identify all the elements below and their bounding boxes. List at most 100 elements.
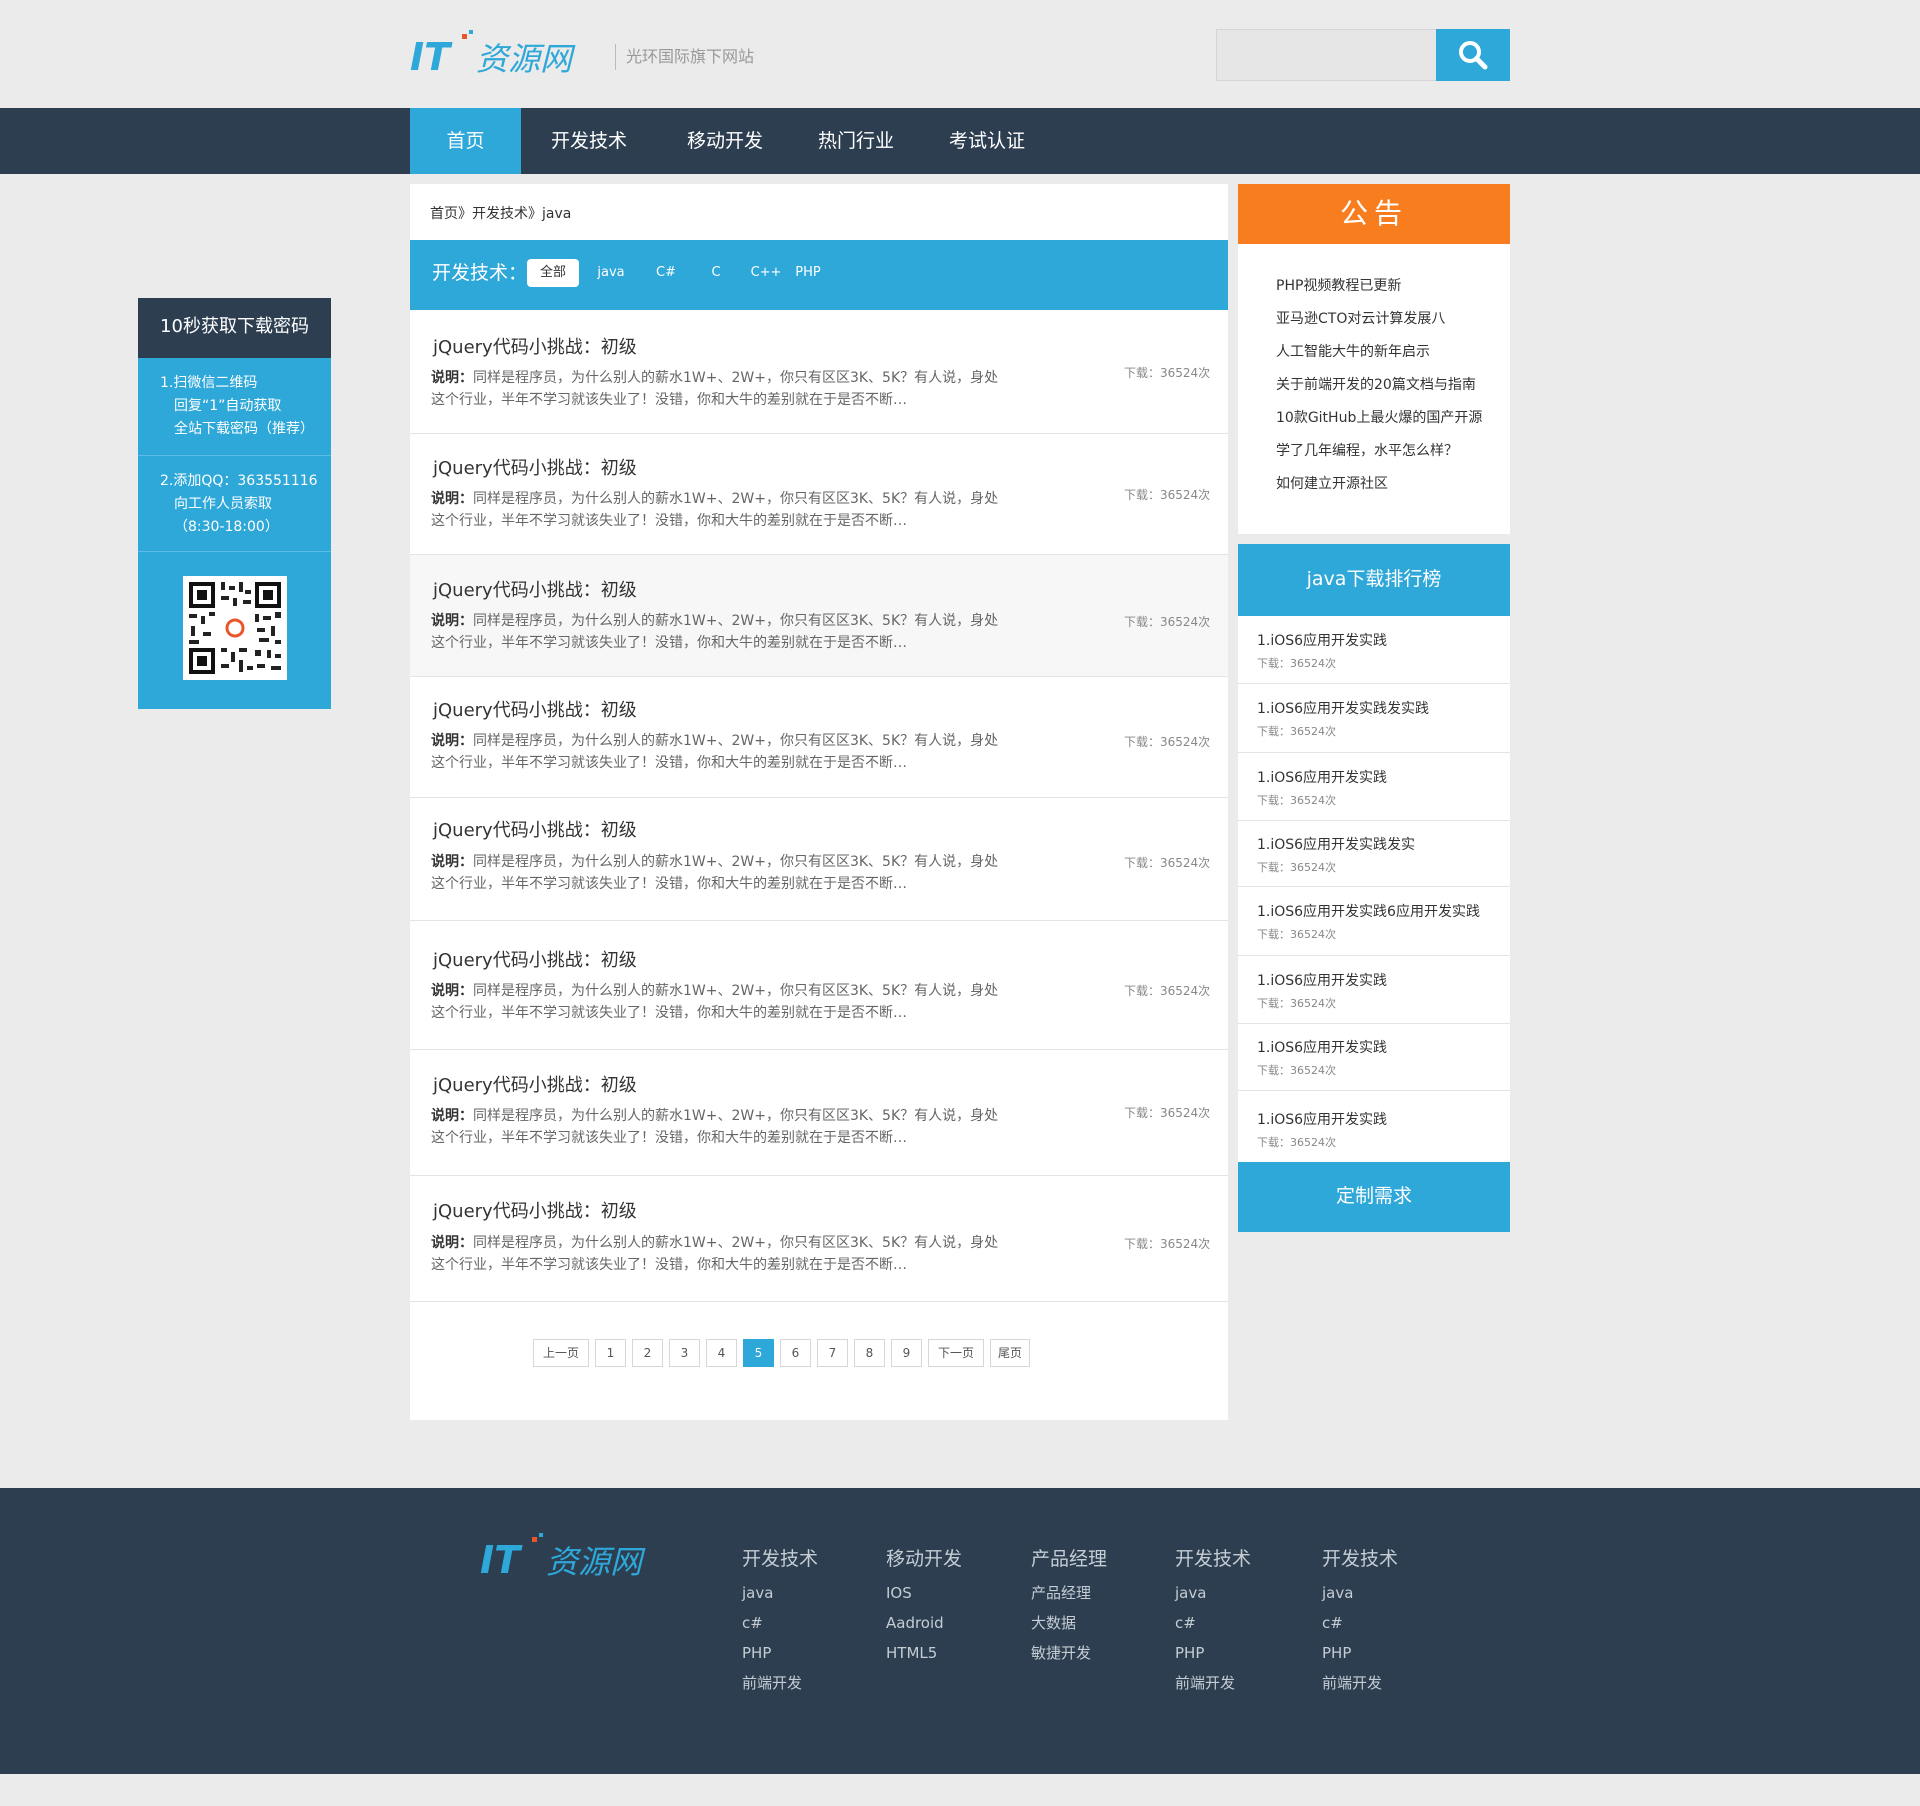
notice-item[interactable]: 如何建立开源社区 xyxy=(1276,473,1388,493)
page-button[interactable]: 2 xyxy=(632,1339,663,1367)
item-description: 说明：同样是程序员，为什么别人的薪水1W+、2W+，你只有区区3K、5K？有人说… xyxy=(431,488,1011,532)
footer-link[interactable]: c# xyxy=(1175,1608,1251,1638)
ranking-item-title[interactable]: 1.iOS6应用开发实践发实践 xyxy=(1257,698,1429,718)
page-button[interactable]: 1 xyxy=(595,1339,626,1367)
resource-item[interactable]: jQuery代码小挑战：初级 说明：同样是程序员，为什么别人的薪水1W+、2W+… xyxy=(410,310,1228,434)
footer-link[interactable]: java xyxy=(742,1578,818,1608)
footer-link[interactable]: Aadroid xyxy=(886,1608,962,1638)
notice-item[interactable]: PHP视频教程已更新 xyxy=(1276,275,1401,295)
footer-link[interactable]: c# xyxy=(1322,1608,1398,1638)
notice-item[interactable]: 亚马逊CTO对云计算发展八 xyxy=(1276,308,1445,328)
tab-java[interactable]: java xyxy=(589,259,633,287)
svg-text:IT: IT xyxy=(410,35,453,79)
ranking-item[interactable]: 1.iOS6应用开发实践 下载：36524次 xyxy=(1238,1024,1510,1091)
item-title[interactable]: jQuery代码小挑战：初级 xyxy=(433,454,637,480)
item-title[interactable]: jQuery代码小挑战：初级 xyxy=(433,816,637,842)
tab-all[interactable]: 全部 xyxy=(527,259,579,287)
ranking-item-title[interactable]: 1.iOS6应用开发实践 xyxy=(1257,970,1387,990)
category-tabs: 全部 java C# C C++ PHP xyxy=(527,259,825,287)
site-logo[interactable]: IT 资源网 xyxy=(410,30,610,80)
resource-item[interactable]: jQuery代码小挑战：初级 说明：同样是程序员，为什么别人的薪水1W+、2W+… xyxy=(410,434,1228,555)
page-button[interactable]: 3 xyxy=(669,1339,700,1367)
nav-item-dev-tech[interactable]: 开发技术 xyxy=(521,108,657,174)
footer-link[interactable]: java xyxy=(1175,1578,1251,1608)
tab-c[interactable]: C xyxy=(701,259,731,287)
ranking-item[interactable]: 1.iOS6应用开发实践 下载：36524次 xyxy=(1238,956,1510,1024)
desc-text: 同样是程序员，为什么别人的薪水1W+、2W+，你只有区区3K、5K？有人说，身处… xyxy=(431,1108,999,1146)
page-button-current[interactable]: 5 xyxy=(743,1339,774,1367)
ranking-list: 1.iOS6应用开发实践 下载：36524次 1.iOS6应用开发实践发实践 下… xyxy=(1238,616,1510,1162)
footer-link[interactable]: 前端开发 xyxy=(1322,1668,1398,1698)
ranking-item-title[interactable]: 1.iOS6应用开发实践发实 xyxy=(1257,834,1415,854)
ranking-item[interactable]: 1.iOS6应用开发实践发实践 下载：36524次 xyxy=(1238,684,1510,753)
page-button[interactable]: 6 xyxy=(780,1339,811,1367)
footer-column: 开发技术 java c# PHP 前端开发 xyxy=(1322,1544,1398,1698)
nav-item-home[interactable]: 首页 xyxy=(410,108,521,174)
panel-title: 10秒获取下载密码 xyxy=(138,298,331,358)
item-title[interactable]: jQuery代码小挑战：初级 xyxy=(433,1197,637,1223)
item-title[interactable]: jQuery代码小挑战：初级 xyxy=(433,696,637,722)
next-page-button[interactable]: 下一页 xyxy=(928,1339,984,1367)
footer-column: 开发技术 java c# PHP 前端开发 xyxy=(742,1544,818,1698)
item-title[interactable]: jQuery代码小挑战：初级 xyxy=(433,946,637,972)
step-text: 回复“1”自动获取 xyxy=(174,398,282,414)
ranking-item-title[interactable]: 1.iOS6应用开发实践 xyxy=(1257,1037,1387,1057)
ranking-item[interactable]: 1.iOS6应用开发实践 下载：36524次 xyxy=(1238,1091,1510,1162)
ranking-item-title[interactable]: 1.iOS6应用开发实践 xyxy=(1257,767,1387,787)
footer-logo[interactable]: IT 资源网 xyxy=(480,1533,680,1583)
footer-link[interactable]: c# xyxy=(742,1608,818,1638)
item-title[interactable]: jQuery代码小挑战：初级 xyxy=(433,576,637,602)
resource-item[interactable]: jQuery代码小挑战：初级 说明：同样是程序员，为什么别人的薪水1W+、2W+… xyxy=(410,677,1228,798)
footer-link[interactable]: PHP xyxy=(1322,1638,1398,1668)
breadcrumb[interactable]: 首页》开发技术》java xyxy=(430,203,571,223)
ranking-item[interactable]: 1.iOS6应用开发实践发实 下载：36524次 xyxy=(1238,821,1510,887)
page-button[interactable]: 8 xyxy=(854,1339,885,1367)
page-button[interactable]: 9 xyxy=(891,1339,922,1367)
notice-item[interactable]: 学了几年编程，水平怎么样？ xyxy=(1276,440,1458,460)
nav-item-mobile-dev[interactable]: 移动开发 xyxy=(657,108,793,174)
resource-item[interactable]: jQuery代码小挑战：初级 说明：同样是程序员，为什么别人的薪水1W+、2W+… xyxy=(410,555,1228,677)
desc-label: 说明： xyxy=(431,491,473,507)
tab-php[interactable]: PHP xyxy=(791,259,825,287)
resource-item[interactable]: jQuery代码小挑战：初级 说明：同样是程序员，为什么别人的薪水1W+、2W+… xyxy=(410,1176,1228,1302)
footer-link[interactable]: 产品经理 xyxy=(1031,1578,1107,1608)
ranking-item[interactable]: 1.iOS6应用开发实践6应用开发实践 下载：36524次 xyxy=(1238,887,1510,956)
prev-page-button[interactable]: 上一页 xyxy=(533,1339,589,1367)
custom-request-button[interactable]: 定制需求 xyxy=(1238,1162,1510,1232)
ranking-item-title[interactable]: 1.iOS6应用开发实践 xyxy=(1257,1109,1387,1129)
resource-item[interactable]: jQuery代码小挑战：初级 说明：同样是程序员，为什么别人的薪水1W+、2W+… xyxy=(410,921,1228,1050)
footer-link[interactable]: PHP xyxy=(742,1638,818,1668)
page-button[interactable]: 4 xyxy=(706,1339,737,1367)
item-title[interactable]: jQuery代码小挑战：初级 xyxy=(433,333,637,359)
download-password-panel: 10秒获取下载密码 1.扫微信二维码 回复“1”自动获取 全站下载密码（推荐） … xyxy=(138,298,331,709)
resource-item[interactable]: jQuery代码小挑战：初级 说明：同样是程序员，为什么别人的薪水1W+、2W+… xyxy=(410,1050,1228,1176)
notice-item[interactable]: 关于前端开发的20篇文档与指南 xyxy=(1276,374,1476,394)
footer-column-title: 移动开发 xyxy=(886,1548,963,1570)
footer-link[interactable]: 大数据 xyxy=(1031,1608,1107,1638)
item-title[interactable]: jQuery代码小挑战：初级 xyxy=(433,1071,637,1097)
footer-column-title: 产品经理 xyxy=(1031,1548,1108,1570)
footer-link[interactable]: HTML5 xyxy=(886,1638,962,1668)
footer-link[interactable]: IOS xyxy=(886,1578,962,1608)
pagination: 上一页 1 2 3 4 5 6 7 8 9 下一页 尾页 xyxy=(533,1339,1036,1367)
nav-item-hot-industry[interactable]: 热门行业 xyxy=(793,108,919,174)
ranking-item[interactable]: 1.iOS6应用开发实践 下载：36524次 xyxy=(1238,616,1510,684)
tab-csharp[interactable]: C# xyxy=(649,259,683,287)
footer-link[interactable]: 敏捷开发 xyxy=(1031,1638,1107,1668)
nav-item-exam[interactable]: 考试认证 xyxy=(919,108,1055,174)
tab-cpp[interactable]: C++ xyxy=(749,259,783,287)
ranking-item-title[interactable]: 1.iOS6应用开发实践 xyxy=(1257,630,1387,650)
ranking-item[interactable]: 1.iOS6应用开发实践 下载：36524次 xyxy=(1238,753,1510,821)
resource-item[interactable]: jQuery代码小挑战：初级 说明：同样是程序员，为什么别人的薪水1W+、2W+… xyxy=(410,798,1228,921)
last-page-button[interactable]: 尾页 xyxy=(990,1339,1030,1367)
footer-link[interactable]: 前端开发 xyxy=(1175,1668,1251,1698)
footer-link[interactable]: java xyxy=(1322,1578,1398,1608)
notice-item[interactable]: 人工智能大牛的新年启示 xyxy=(1276,341,1430,361)
footer-link[interactable]: 前端开发 xyxy=(742,1668,818,1698)
search-button[interactable] xyxy=(1436,29,1510,81)
page-button[interactable]: 7 xyxy=(817,1339,848,1367)
search-input[interactable] xyxy=(1216,29,1436,81)
ranking-item-title[interactable]: 1.iOS6应用开发实践6应用开发实践 xyxy=(1257,901,1480,921)
footer-link[interactable]: PHP xyxy=(1175,1638,1251,1668)
notice-item[interactable]: 10款GitHub上最火爆的国产开源 xyxy=(1276,407,1482,427)
